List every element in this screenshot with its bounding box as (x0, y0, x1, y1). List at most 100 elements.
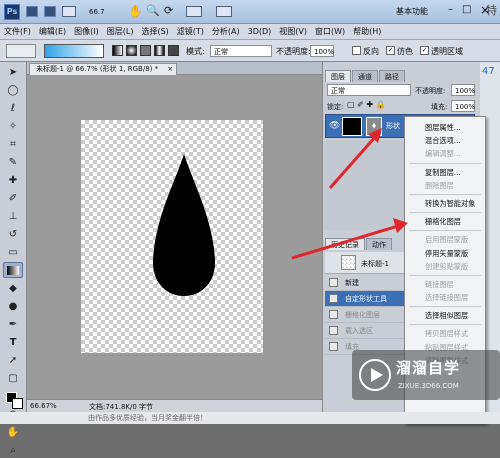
menu-edit[interactable]: 编辑(E) (35, 24, 70, 40)
document-tab[interactable]: 未标题-1 @ 66.7% (形状 1, RGB/8) * × (29, 63, 178, 75)
menu-3d[interactable]: 3D(D) (244, 24, 276, 40)
canvas[interactable] (81, 120, 263, 353)
tab-channels[interactable]: 通道 (352, 70, 378, 82)
context-menu-item[interactable]: 选择相似图层 (405, 309, 485, 322)
bottom-strip: 由作品多优质经验，当月奖金翻半倍！ (0, 412, 500, 424)
arrange-documents-icon[interactable] (186, 6, 202, 17)
dodge-tool-icon[interactable]: ● (3, 298, 23, 314)
view-extras-icon[interactable] (62, 6, 76, 17)
zoom-level-field[interactable]: 66.7 (86, 6, 114, 18)
gradient-swatch[interactable] (44, 44, 104, 58)
shape-tool-icon[interactable]: ▢ (3, 370, 23, 386)
tab-history[interactable]: 历史记录 (325, 238, 365, 250)
angle-gradient-icon[interactable] (140, 45, 151, 56)
tab-actions[interactable]: 动作 (366, 238, 392, 250)
menu-separator (409, 230, 481, 232)
menu-analysis[interactable]: 分析(A) (208, 24, 244, 40)
magic-wand-tool-icon[interactable]: ✧ (3, 118, 23, 134)
context-menu-item[interactable]: 转换为智能对象 (405, 197, 485, 210)
lock-icons[interactable]: ▢ ✐ ✚ 🔒 (347, 100, 386, 109)
context-menu-item: 创建剪贴蒙版 (425, 261, 469, 271)
menu-layer[interactable]: 图层(L) (103, 24, 138, 40)
options-bar: 模式: 正常 不透明度: 100% 反向 ✓ 仿色 ✓ 透明区域 (0, 40, 500, 62)
reflected-gradient-icon[interactable] (154, 45, 165, 56)
context-menu-item[interactable]: 图层属性... (405, 121, 485, 134)
radial-gradient-icon[interactable] (126, 45, 137, 56)
pen-tool-icon[interactable]: ✒ (3, 316, 23, 332)
context-menu-item[interactable]: 复制图层... (405, 166, 485, 179)
layer-thumbnail (342, 117, 362, 136)
menu-window[interactable]: 窗口(W) (311, 24, 349, 40)
layer-opacity-field[interactable]: 100% (451, 84, 475, 96)
move-tool-icon[interactable]: ➤ (3, 64, 23, 80)
menu-image[interactable]: 图像(I) (70, 24, 103, 40)
gradient-tool-icon[interactable] (3, 262, 23, 278)
toolbox: ➤ ◯ ℓ ✧ ⌗ ✎ ✚ ✐ ⊥ ↺ ▭ ◆ ● ✒ T ➚ ▢ ⟲ ⊛ ✋ … (0, 62, 27, 456)
photoshop-app-icon: Ps (4, 4, 20, 20)
menu-view[interactable]: 视图(V) (275, 24, 311, 40)
reverse-checkbox[interactable] (352, 46, 361, 55)
linear-gradient-icon[interactable] (112, 45, 123, 56)
menu-help[interactable]: 帮助(H) (349, 24, 385, 40)
layer-opacity-label: 不透明度: (415, 87, 446, 95)
layer-name[interactable]: 形状 (386, 121, 400, 131)
blend-mode-select[interactable]: 正常 (210, 45, 272, 57)
context-menu-item[interactable]: 混合选项... (405, 134, 485, 147)
transparency-checkbox[interactable]: ✓ (420, 46, 429, 55)
watermark-url: ZIXUE.3D66.COM (398, 382, 459, 390)
eyedropper-tool-icon[interactable]: ✎ (3, 154, 23, 170)
brush-tool-icon[interactable]: ✐ (3, 190, 23, 206)
type-tool-icon[interactable]: T (3, 334, 23, 350)
hand-tool-icon[interactable]: ✋ (128, 4, 143, 18)
healing-brush-tool-icon[interactable]: ✚ (3, 172, 23, 188)
marquee-tool-icon[interactable]: ◯ (3, 82, 23, 98)
zoom-tool-icon[interactable]: ⌕ (3, 442, 23, 458)
minibridge-icon[interactable] (44, 6, 56, 17)
menu-bar: 文件(F) 编辑(E) 图像(I) 图层(L) 选择(S) 滤镜(T) 分析(A) 3D(D)… (0, 24, 500, 40)
history-brush-tool-icon[interactable]: ↺ (3, 226, 23, 242)
bridge-icon[interactable] (26, 6, 38, 17)
layers-panel-tabs: 图层 通道 路径 (325, 70, 475, 83)
crop-tool-icon[interactable]: ⌗ (3, 136, 23, 152)
context-menu-item[interactable]: 栅格化图层 (405, 215, 485, 228)
fill-field[interactable]: 100% (451, 100, 475, 112)
status-zoom[interactable]: 66.67% (30, 402, 57, 410)
tab-paths[interactable]: 路径 (379, 70, 405, 82)
menu-filter[interactable]: 滤镜(T) (173, 24, 208, 40)
blur-tool-icon[interactable]: ◆ (3, 280, 23, 296)
maximize-button[interactable]: □ (462, 4, 471, 15)
transparency-label: 透明区域 (431, 47, 463, 56)
context-menu-item[interactable]: 停用矢量蒙版 (405, 247, 485, 260)
document-tab-close-icon[interactable]: × (167, 64, 173, 75)
snapshot-thumbnail (341, 255, 356, 270)
dither-checkbox[interactable]: ✓ (386, 46, 395, 55)
rotate-view-icon[interactable]: ⟳ (164, 4, 173, 17)
screen-mode-icon[interactable] (216, 6, 232, 17)
document-tab-title: 未标题-1 @ 66.7% (形状 1, RGB/8) * (36, 65, 159, 73)
background-color-swatch[interactable] (12, 398, 23, 409)
clone-stamp-tool-icon[interactable]: ⊥ (3, 208, 23, 224)
lock-label: 锁定: (327, 103, 344, 111)
workspace-switcher[interactable]: 基本功能 (396, 6, 428, 17)
tab-layers[interactable]: 图层 (325, 70, 351, 82)
path-selection-tool-icon[interactable]: ➚ (3, 352, 23, 368)
opacity-label: 不透明度: (276, 47, 311, 56)
menu-separator (409, 306, 481, 308)
eraser-tool-icon[interactable]: ▭ (3, 244, 23, 260)
layer-blend-mode-select[interactable]: 正常 (327, 84, 411, 96)
tool-preset-picker[interactable] (6, 44, 36, 58)
lasso-tool-icon[interactable]: ℓ (3, 100, 23, 116)
watermark: 溜溜自学 ZIXUE.3D66.COM (352, 350, 500, 400)
context-menu-item: 编辑调整... (425, 149, 461, 159)
status-doc-size: 文档:741.8K/0 字节 (89, 403, 154, 411)
visibility-eye-icon[interactable]: 👁 (329, 121, 340, 131)
opacity-field[interactable]: 100% (310, 45, 334, 57)
zoom-tool-icon[interactable]: 🔍 (146, 4, 160, 17)
menu-select[interactable]: 选择(S) (137, 24, 172, 40)
vector-mask-thumbnail[interactable]: ⬧ (366, 117, 382, 136)
hand-tool-icon[interactable]: ✋ (3, 424, 23, 440)
menu-file[interactable]: 文件(F) (0, 24, 35, 40)
diamond-gradient-icon[interactable] (168, 45, 179, 56)
watermark-brand: 溜溜自学 (396, 359, 461, 377)
minimize-button[interactable]: – (448, 4, 453, 15)
